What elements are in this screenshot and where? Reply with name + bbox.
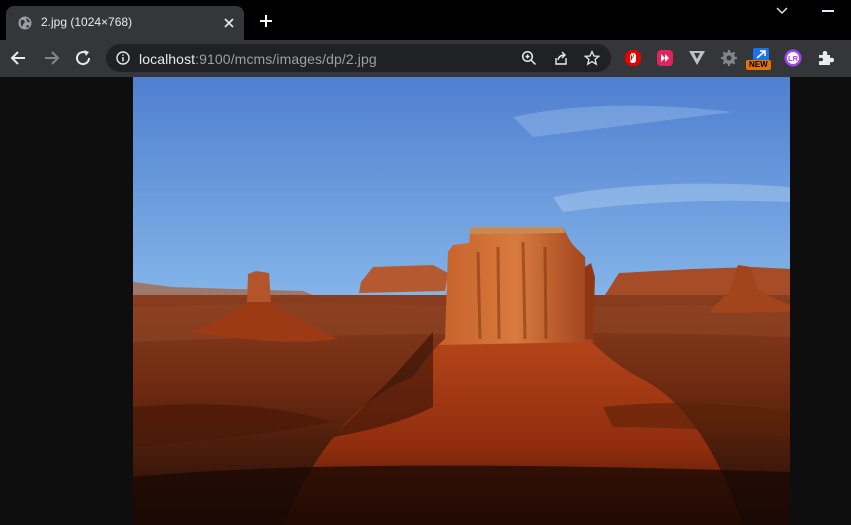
tab-title: 2.jpg (1024×768) (41, 15, 133, 29)
globe-icon (18, 16, 32, 30)
browser-toolbar: localhost:9100/mcms/images/dp/2.jpg NEW (0, 40, 851, 77)
desert-buttes-photo[interactable] (133, 77, 790, 525)
back-arrow-icon[interactable] (9, 48, 29, 68)
close-tab-icon[interactable] (222, 16, 236, 30)
address-bar[interactable]: localhost:9100/mcms/images/dp/2.jpg (106, 44, 611, 72)
forward-arrow-icon[interactable] (41, 48, 61, 68)
new-badge: NEW (746, 60, 771, 70)
settings-extension-icon[interactable] (720, 49, 738, 67)
photo-render (133, 77, 790, 525)
adblock-extension-icon[interactable] (624, 49, 642, 67)
bookmark-star-icon[interactable] (584, 50, 600, 66)
image-viewport (0, 77, 851, 525)
lr-extension-icon[interactable]: LR (784, 49, 802, 67)
site-info-icon[interactable] (116, 51, 130, 65)
video-extension-icon[interactable] (656, 49, 674, 67)
new-tab-icon[interactable] (258, 13, 274, 29)
share-icon[interactable] (553, 50, 569, 66)
puzzle-extensions-icon[interactable] (816, 49, 834, 67)
url-host: localhost (139, 51, 196, 67)
active-tab[interactable]: 2.jpg (1024×768) (6, 6, 244, 40)
zoom-icon[interactable] (521, 50, 537, 66)
tab-search-chevron-icon[interactable] (775, 6, 789, 16)
v-extension-icon[interactable] (688, 49, 706, 67)
minimize-window-icon[interactable] (822, 10, 834, 12)
svg-text:LR: LR (788, 54, 799, 63)
tab-strip: 2.jpg (1024×768) (0, 0, 851, 40)
url-path: :9100/mcms/images/dp/2.jpg (195, 51, 377, 67)
reload-icon[interactable] (73, 48, 93, 68)
url-text[interactable]: localhost:9100/mcms/images/dp/2.jpg (139, 51, 377, 67)
